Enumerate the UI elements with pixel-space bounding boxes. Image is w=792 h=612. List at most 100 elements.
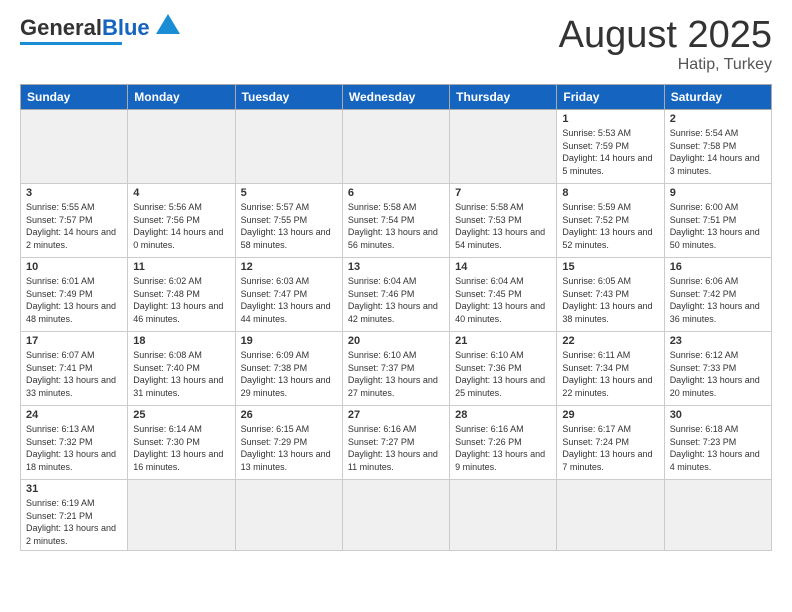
col-header-tuesday: Tuesday bbox=[235, 85, 342, 110]
day-cell bbox=[450, 480, 557, 551]
day-number: 7 bbox=[455, 187, 551, 199]
day-cell: 14Sunrise: 6:04 AM Sunset: 7:45 PM Dayli… bbox=[450, 258, 557, 332]
day-number: 30 bbox=[670, 409, 766, 421]
day-info: Sunrise: 6:17 AM Sunset: 7:24 PM Dayligh… bbox=[562, 423, 658, 473]
logo-icon bbox=[154, 12, 182, 40]
day-info: Sunrise: 6:15 AM Sunset: 7:29 PM Dayligh… bbox=[241, 423, 337, 473]
day-cell bbox=[128, 480, 235, 551]
day-number: 21 bbox=[455, 335, 551, 347]
logo-general: General bbox=[20, 15, 102, 40]
day-cell: 8Sunrise: 5:59 AM Sunset: 7:52 PM Daylig… bbox=[557, 184, 664, 258]
week-row-3: 10Sunrise: 6:01 AM Sunset: 7:49 PM Dayli… bbox=[21, 258, 772, 332]
week-row-5: 24 Sunrise: 6:13 AM Sunset: 7:32 PM Dayli… bbox=[21, 406, 772, 480]
day-cell: 27Sunrise: 6:16 AM Sunset: 7:27 PM Dayli… bbox=[342, 406, 449, 480]
day-info: Sunrise: 6:09 AM Sunset: 7:38 PM Dayligh… bbox=[241, 349, 337, 399]
day-cell: 3Sunrise: 5:55 AM Sunset: 7:57 PM Daylig… bbox=[21, 184, 128, 258]
day-cell bbox=[557, 480, 664, 551]
week-row-4: 17 Sunrise: 6:07 AM Sunset: 7:41 PM Dayli… bbox=[21, 332, 772, 406]
day-number: 9 bbox=[670, 187, 766, 199]
logo-text: GeneralBlue bbox=[20, 17, 150, 39]
day-cell: 12Sunrise: 6:03 AM Sunset: 7:47 PM Dayli… bbox=[235, 258, 342, 332]
logo: GeneralBlue bbox=[20, 16, 182, 45]
day-number: 4 bbox=[133, 187, 229, 199]
day-cell: 30 Sunrise: 6:18 AM Sunset: 7:23 PM Dayli… bbox=[664, 406, 771, 480]
day-number: 14 bbox=[455, 261, 551, 273]
day-number: 23 bbox=[670, 335, 766, 347]
col-header-thursday: Thursday bbox=[450, 85, 557, 110]
logo-underline bbox=[20, 42, 122, 45]
col-header-monday: Monday bbox=[128, 85, 235, 110]
day-cell bbox=[235, 110, 342, 184]
day-cell: 20 Sunrise: 6:10 AM Sunset: 7:37 PM Dayli… bbox=[342, 332, 449, 406]
day-number: 24 bbox=[26, 409, 122, 421]
logo-blue: Blue bbox=[102, 15, 150, 40]
day-number: 22 bbox=[562, 335, 658, 347]
day-info: Sunrise: 6:19 AM Sunset: 7:21 PM Dayligh… bbox=[26, 497, 122, 547]
day-cell bbox=[21, 110, 128, 184]
day-info: Sunrise: 6:13 AM Sunset: 7:32 PM Dayligh… bbox=[26, 423, 122, 473]
col-header-wednesday: Wednesday bbox=[342, 85, 449, 110]
col-header-sunday: Sunday bbox=[21, 85, 128, 110]
day-number: 13 bbox=[348, 261, 444, 273]
day-cell: 25 Sunrise: 6:14 AM Sunset: 7:30 PM Dayli… bbox=[128, 406, 235, 480]
day-info: Sunrise: 6:14 AM Sunset: 7:30 PM Dayligh… bbox=[133, 423, 229, 473]
calendar-header-row: SundayMondayTuesdayWednesdayThursdayFrid… bbox=[21, 85, 772, 110]
day-cell bbox=[450, 110, 557, 184]
day-info: Sunrise: 6:01 AM Sunset: 7:49 PM Dayligh… bbox=[26, 275, 122, 325]
day-info: Sunrise: 5:58 AM Sunset: 7:54 PM Dayligh… bbox=[348, 201, 444, 251]
day-info: Sunrise: 6:08 AM Sunset: 7:40 PM Dayligh… bbox=[133, 349, 229, 399]
day-cell: 19 Sunrise: 6:09 AM Sunset: 7:38 PM Dayli… bbox=[235, 332, 342, 406]
day-info: Sunrise: 5:56 AM Sunset: 7:56 PM Dayligh… bbox=[133, 201, 229, 251]
day-number: 17 bbox=[26, 335, 122, 347]
day-number: 12 bbox=[241, 261, 337, 273]
week-row-2: 3Sunrise: 5:55 AM Sunset: 7:57 PM Daylig… bbox=[21, 184, 772, 258]
day-info: Sunrise: 6:02 AM Sunset: 7:48 PM Dayligh… bbox=[133, 275, 229, 325]
day-cell: 2 Sunrise: 5:54 AM Sunset: 7:58 PM Daylig… bbox=[664, 110, 771, 184]
day-cell: 7 Sunrise: 5:58 AM Sunset: 7:53 PM Daylig… bbox=[450, 184, 557, 258]
day-number: 20 bbox=[348, 335, 444, 347]
day-number: 25 bbox=[133, 409, 229, 421]
day-info: Sunrise: 6:05 AM Sunset: 7:43 PM Dayligh… bbox=[562, 275, 658, 325]
day-cell: 22 Sunrise: 6:11 AM Sunset: 7:34 PM Dayli… bbox=[557, 332, 664, 406]
day-number: 18 bbox=[133, 335, 229, 347]
day-cell: 10Sunrise: 6:01 AM Sunset: 7:49 PM Dayli… bbox=[21, 258, 128, 332]
col-header-friday: Friday bbox=[557, 85, 664, 110]
day-number: 2 bbox=[670, 113, 766, 125]
day-cell bbox=[128, 110, 235, 184]
page: GeneralBlue August 2025 Hatip, Turkey Su… bbox=[0, 0, 792, 612]
day-number: 16 bbox=[670, 261, 766, 273]
day-cell: 24 Sunrise: 6:13 AM Sunset: 7:32 PM Dayli… bbox=[21, 406, 128, 480]
week-row-6: 31Sunrise: 6:19 AM Sunset: 7:21 PM Dayli… bbox=[21, 480, 772, 551]
day-info: Sunrise: 5:55 AM Sunset: 7:57 PM Dayligh… bbox=[26, 201, 122, 251]
day-info: Sunrise: 5:57 AM Sunset: 7:55 PM Dayligh… bbox=[241, 201, 337, 251]
day-info: Sunrise: 6:11 AM Sunset: 7:34 PM Dayligh… bbox=[562, 349, 658, 399]
day-cell: 16Sunrise: 6:06 AM Sunset: 7:42 PM Dayli… bbox=[664, 258, 771, 332]
calendar: SundayMondayTuesdayWednesdayThursdayFrid… bbox=[20, 84, 772, 551]
day-info: Sunrise: 5:54 AM Sunset: 7:58 PM Dayligh… bbox=[670, 127, 766, 177]
day-cell bbox=[235, 480, 342, 551]
day-number: 6 bbox=[348, 187, 444, 199]
day-cell: 5Sunrise: 5:57 AM Sunset: 7:55 PM Daylig… bbox=[235, 184, 342, 258]
day-cell: 28Sunrise: 6:16 AM Sunset: 7:26 PM Dayli… bbox=[450, 406, 557, 480]
day-cell: 1Sunrise: 5:53 AM Sunset: 7:59 PM Daylig… bbox=[557, 110, 664, 184]
day-cell bbox=[664, 480, 771, 551]
day-info: Sunrise: 5:58 AM Sunset: 7:53 PM Dayligh… bbox=[455, 201, 551, 251]
day-info: Sunrise: 6:16 AM Sunset: 7:27 PM Dayligh… bbox=[348, 423, 444, 473]
day-info: Sunrise: 6:00 AM Sunset: 7:51 PM Dayligh… bbox=[670, 201, 766, 251]
day-cell bbox=[342, 480, 449, 551]
month-year: August 2025 bbox=[559, 16, 772, 54]
day-number: 19 bbox=[241, 335, 337, 347]
day-cell: 23Sunrise: 6:12 AM Sunset: 7:33 PM Dayli… bbox=[664, 332, 771, 406]
day-number: 15 bbox=[562, 261, 658, 273]
day-cell: 21Sunrise: 6:10 AM Sunset: 7:36 PM Dayli… bbox=[450, 332, 557, 406]
day-info: Sunrise: 6:18 AM Sunset: 7:23 PM Dayligh… bbox=[670, 423, 766, 473]
day-info: Sunrise: 6:04 AM Sunset: 7:46 PM Dayligh… bbox=[348, 275, 444, 325]
day-number: 8 bbox=[562, 187, 658, 199]
day-info: Sunrise: 6:10 AM Sunset: 7:37 PM Dayligh… bbox=[348, 349, 444, 399]
day-cell: 11 Sunrise: 6:02 AM Sunset: 7:48 PM Dayli… bbox=[128, 258, 235, 332]
day-number: 11 bbox=[133, 261, 229, 273]
day-info: Sunrise: 6:07 AM Sunset: 7:41 PM Dayligh… bbox=[26, 349, 122, 399]
day-cell bbox=[342, 110, 449, 184]
day-cell: 9 Sunrise: 6:00 AM Sunset: 7:51 PM Daylig… bbox=[664, 184, 771, 258]
day-cell: 29Sunrise: 6:17 AM Sunset: 7:24 PM Dayli… bbox=[557, 406, 664, 480]
